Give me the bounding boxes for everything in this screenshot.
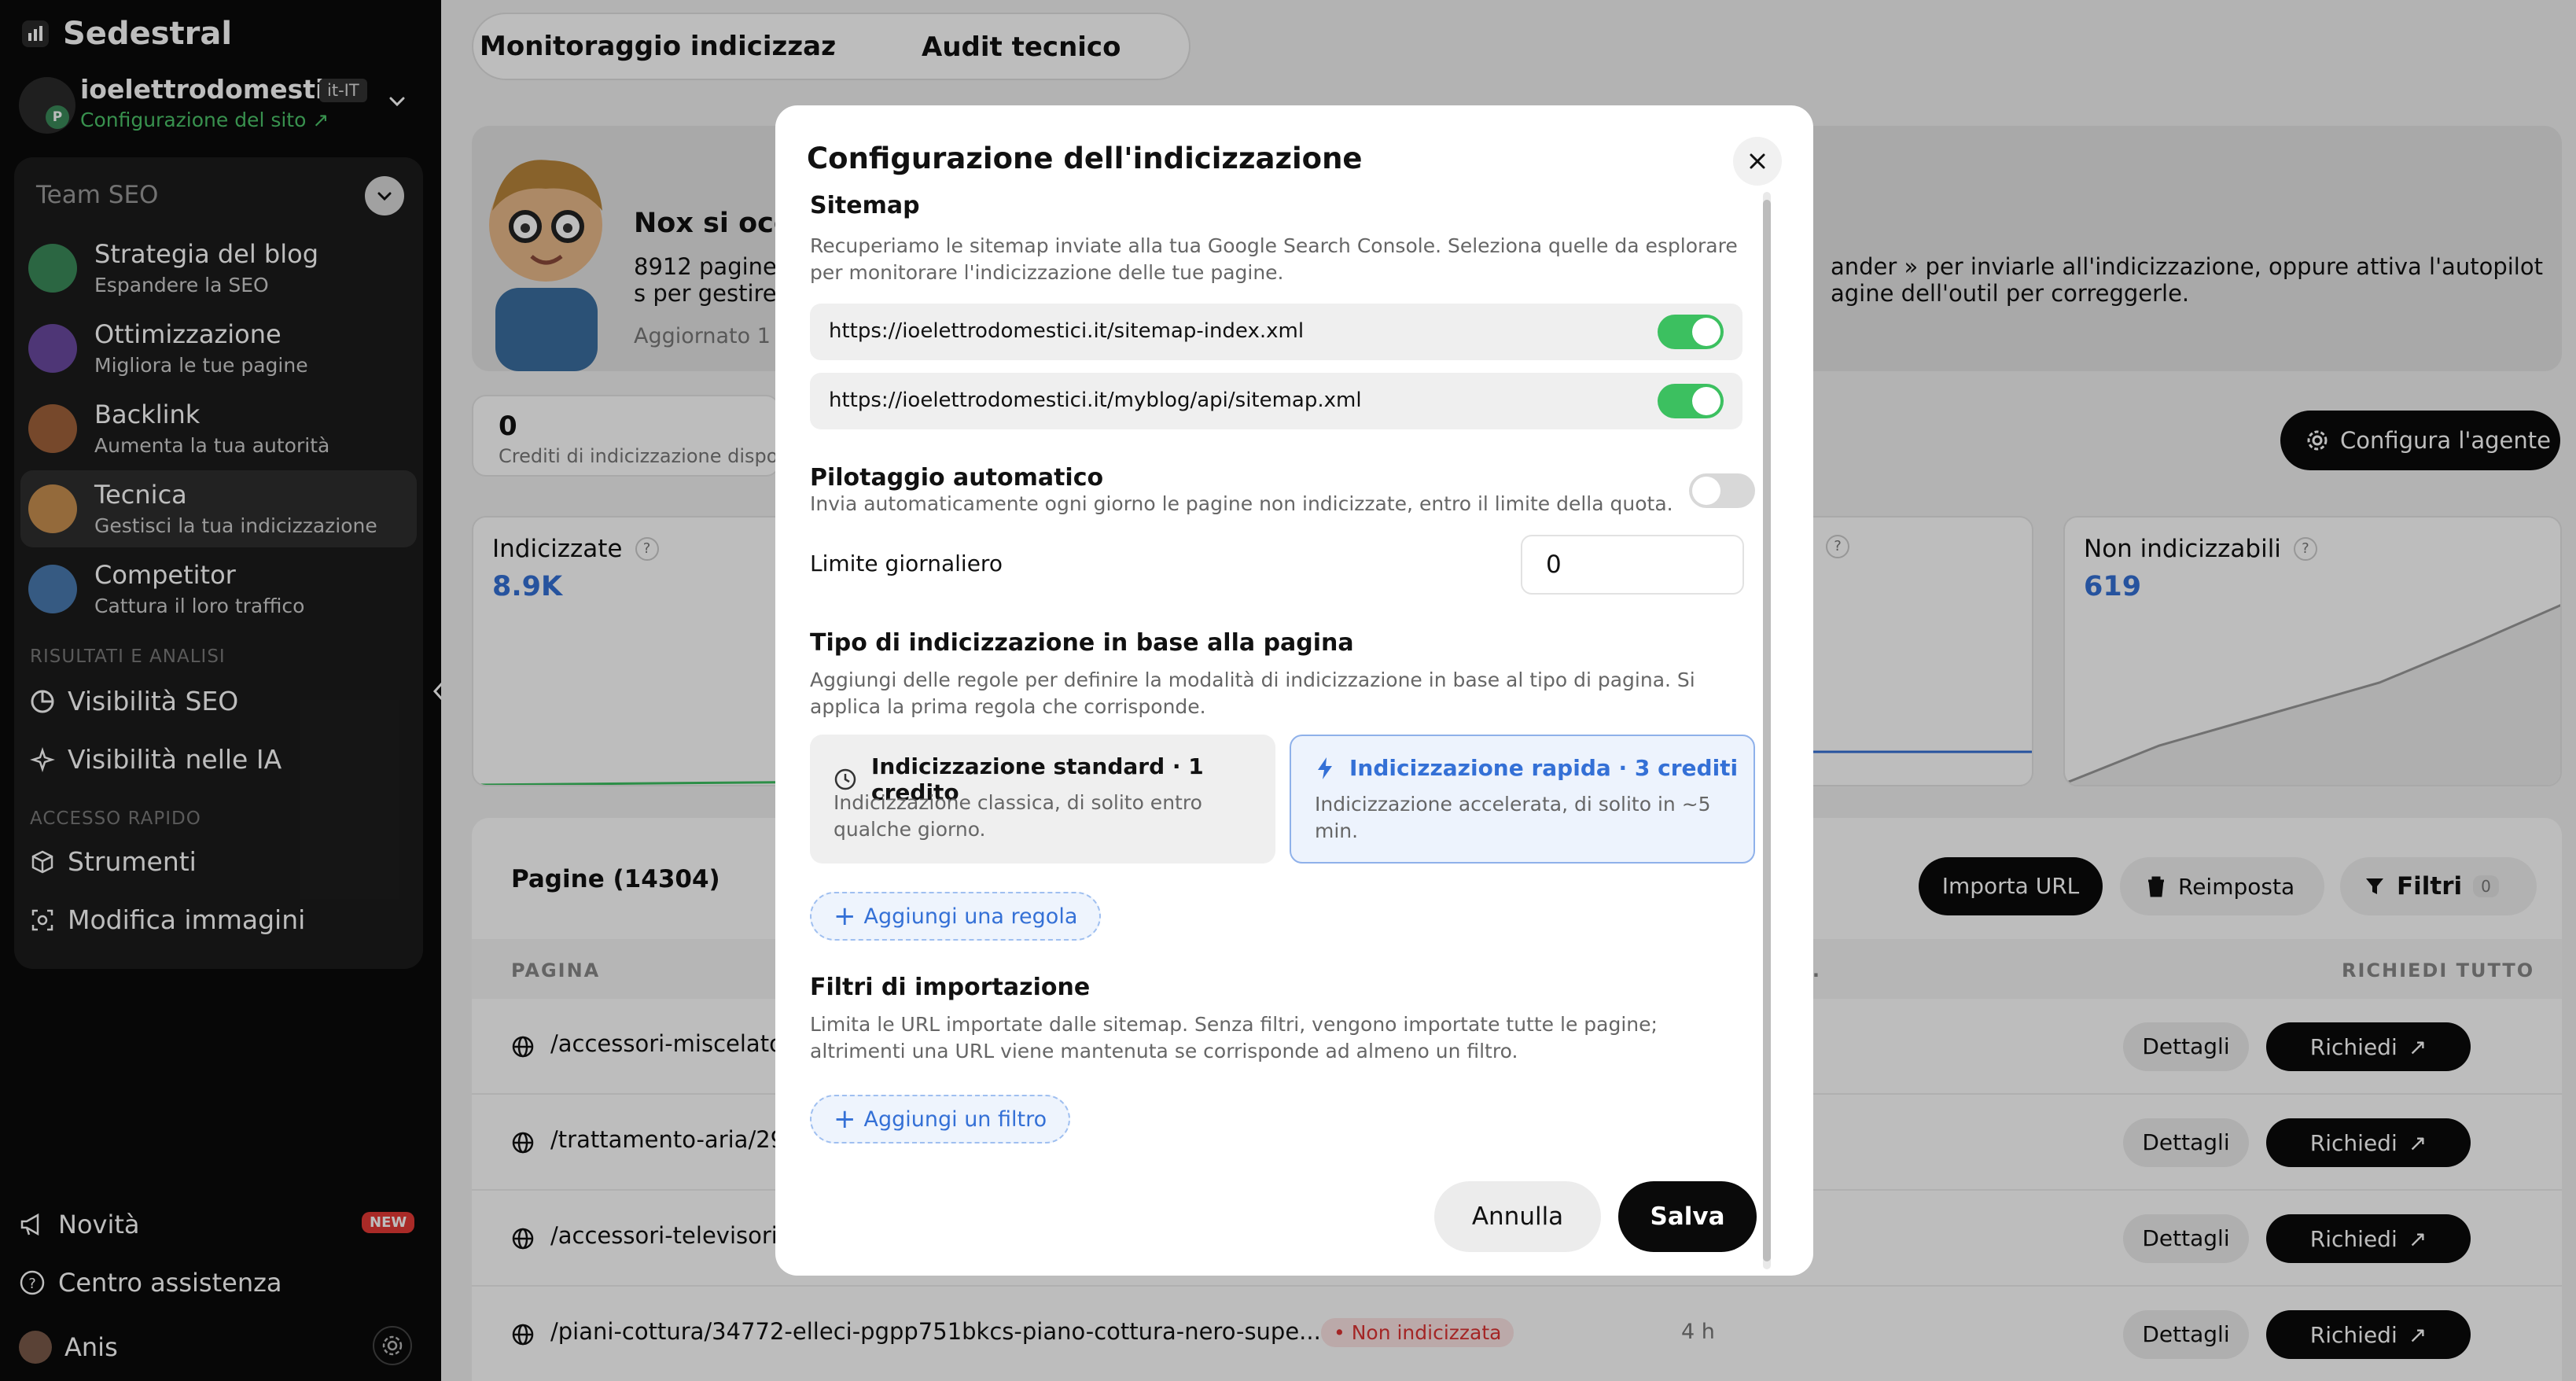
standard-indexing-desc: Indicizzazione classica, di solito entro… [834, 791, 1202, 841]
clock-icon [834, 768, 857, 791]
add-filter-button[interactable]: + Aggiungi un filtro [810, 1095, 1071, 1143]
indexing-config-modal: Configurazione dell'indicizzazione Sitem… [775, 105, 1813, 1276]
daily-limit-label: Limite giornaliero [810, 551, 1003, 576]
close-button[interactable] [1733, 137, 1782, 186]
plus-icon: + [834, 900, 856, 932]
indexing-type-heading: Tipo di indicizzazione in base alla pagi… [810, 629, 1354, 657]
add-rule-button[interactable]: + Aggiungi una regola [810, 892, 1102, 941]
sitemap-url: https://ioelettrodomestici.it/myblog/api… [829, 389, 1362, 412]
modal-title: Configurazione dell'indicizzazione [807, 142, 1363, 175]
close-icon [1747, 151, 1768, 171]
daily-limit-input[interactable]: 0 [1521, 535, 1744, 595]
import-filters-description: Limita le URL importate dalle sitemap. S… [810, 1013, 1658, 1062]
scrollbar-thumb[interactable] [1763, 200, 1771, 1261]
sitemap-description: Recuperiamo le sitemap inviate alla tua … [810, 234, 1738, 284]
rapid-indexing-card[interactable]: Indicizzazione rapida · 3 crediti Indici… [1290, 735, 1755, 864]
autopilot-heading: Pilotaggio automatico [810, 464, 1104, 492]
sitemap-url: https://ioelettrodomestici.it/sitemap-in… [829, 319, 1305, 343]
standard-indexing-card[interactable]: Indicizzazione standard · 1 credito Indi… [810, 735, 1275, 864]
sitemap-heading: Sitemap [810, 192, 920, 219]
lightning-icon [1315, 756, 1335, 781]
sitemap-toggle[interactable] [1658, 315, 1724, 349]
sitemap-row: https://ioelettrodomestici.it/sitemap-in… [810, 304, 1742, 360]
plus-icon: + [834, 1103, 856, 1135]
save-button[interactable]: Salva [1618, 1181, 1757, 1252]
import-filters-heading: Filtri di importazione [810, 974, 1091, 1001]
cancel-button[interactable]: Annulla [1434, 1181, 1601, 1252]
rapid-indexing-desc: Indicizzazione accelerata, di solito in … [1315, 793, 1711, 842]
autopilot-toggle[interactable] [1689, 473, 1755, 508]
rapid-indexing-title: Indicizzazione rapida · 3 crediti [1349, 755, 1739, 781]
indexing-type-description: Aggiungi delle regole per definire la mo… [810, 668, 1695, 718]
autopilot-description: Invia automaticamente ogni giorno le pag… [810, 492, 1673, 515]
sitemap-row: https://ioelettrodomestici.it/myblog/api… [810, 373, 1742, 429]
sitemap-toggle[interactable] [1658, 384, 1724, 418]
